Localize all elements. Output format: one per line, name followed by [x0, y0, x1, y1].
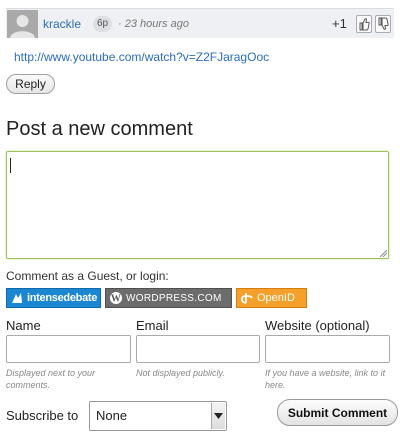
name-label: Name — [6, 318, 41, 333]
login-prompt: Comment as a Guest, or login: — [6, 269, 169, 283]
openid-label: OpenID — [257, 292, 295, 304]
resize-grip-icon[interactable] — [380, 250, 387, 257]
name-help: Displayed next to your comments. — [6, 368, 96, 390]
comment-score: +1 — [332, 16, 347, 31]
comment-timestamp: · 23 hours ago — [118, 18, 189, 30]
wordpress-icon: W — [110, 292, 122, 305]
name-input[interactable] — [6, 335, 131, 363]
website-input[interactable] — [265, 335, 390, 363]
submit-comment-button[interactable]: Submit Comment — [277, 399, 398, 426]
svg-text:W: W — [111, 294, 121, 305]
comment-header: krackle 6p · 23 hours ago +1 — [6, 8, 394, 38]
openid-login-button[interactable]: OpenID — [236, 288, 307, 308]
intensedebate-login-button[interactable]: intensedebate — [6, 288, 101, 308]
comment-body-link[interactable]: http://www.youtube.com/watch?v=Z2FJaragO… — [14, 50, 269, 64]
dropdown-arrow-icon[interactable] — [211, 403, 225, 429]
website-label: Website (optional) — [265, 318, 370, 333]
email-input[interactable] — [136, 335, 260, 363]
thumbs-down-icon[interactable] — [375, 15, 391, 33]
openid-icon — [240, 293, 253, 304]
post-comment-heading: Post a new comment — [6, 118, 193, 140]
wordpress-login-button[interactable]: W WordPress.com — [105, 288, 232, 308]
comment-author-link[interactable]: krackle — [43, 17, 81, 31]
intensedebate-label: intensedebate — [27, 292, 98, 304]
wordpress-label: WordPress.com — [126, 293, 222, 304]
subscribe-label: Subscribe to — [6, 408, 79, 423]
thumbs-up-icon[interactable] — [356, 15, 372, 33]
website-help: If you have a website, link to it here. — [265, 368, 386, 390]
email-help: Not displayed publicly. — [136, 368, 225, 378]
reputation-badge: 6p — [93, 16, 113, 32]
text-caret — [10, 158, 11, 173]
subscribe-selected-value: None — [96, 408, 128, 423]
reply-button[interactable]: Reply — [6, 74, 55, 94]
subscribe-select[interactable]: None — [89, 401, 227, 431]
email-label: Email — [136, 318, 169, 333]
default-avatar-icon[interactable] — [7, 10, 38, 38]
comment-textarea[interactable] — [6, 151, 389, 259]
intensedebate-icon — [12, 293, 22, 303]
